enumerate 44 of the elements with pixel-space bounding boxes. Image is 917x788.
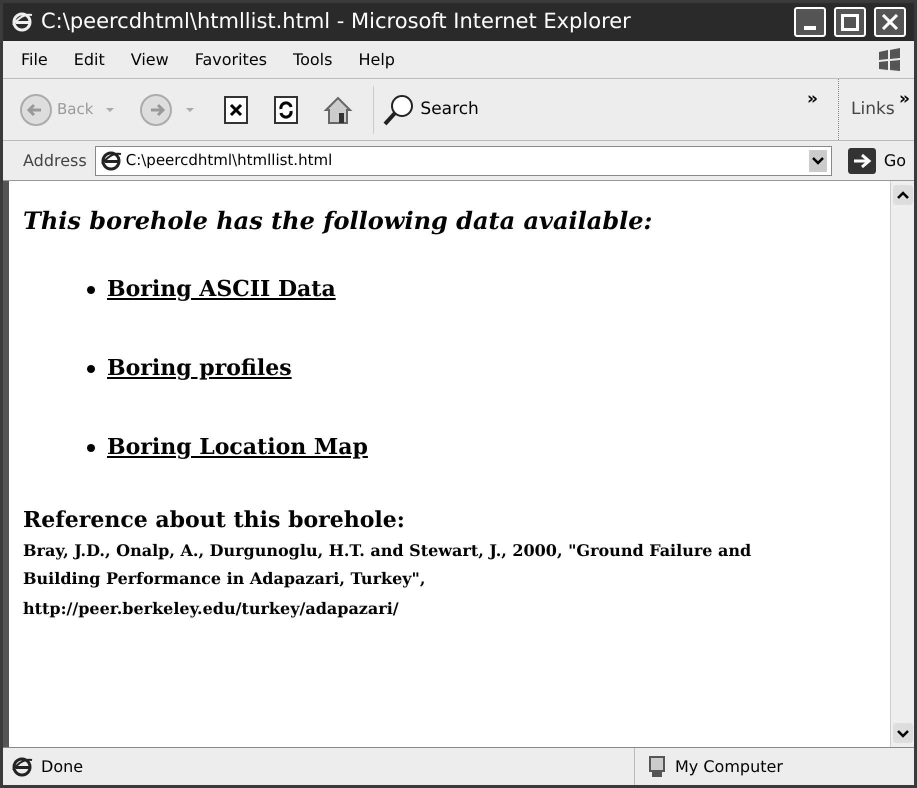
scroll-down-icon [892, 723, 912, 743]
stop-icon [223, 94, 250, 124]
link[interactable]: Boring profiles [107, 352, 292, 385]
go-button[interactable]: Go [840, 148, 914, 174]
address-field[interactable]: C:\peercdhtml\htmllist.html [94, 146, 832, 176]
dropdown-arrow-icon [185, 106, 196, 114]
refresh-icon [273, 94, 300, 124]
menu-item[interactable]: Favorites [194, 48, 268, 72]
link[interactable]: Boring ASCII Data [107, 273, 336, 306]
overflow-chevron[interactable]: » [899, 87, 910, 112]
close-button[interactable] [874, 7, 906, 37]
menu-item[interactable]: Help [358, 48, 395, 72]
reference-url: http://peer.berkeley.edu/turkey/adapazari/ [23, 598, 400, 620]
menu-item[interactable]: File [21, 48, 48, 72]
overflow-chevron[interactable]: » [807, 87, 818, 112]
search-button[interactable]: Search [373, 86, 479, 134]
security-zone: My Computer [675, 756, 783, 778]
links-button[interactable]: Links [851, 96, 895, 122]
computer-icon [647, 754, 667, 778]
scrollbar[interactable] [890, 181, 914, 747]
page-heading: This borehole has the following data available: [23, 205, 654, 237]
windows-flag-icon [876, 48, 902, 72]
scroll-up-icon [892, 185, 912, 205]
page-icon [11, 756, 33, 778]
bullet-icon [87, 286, 95, 294]
status-text: Done [41, 756, 84, 778]
address-label: Address [23, 150, 87, 172]
bullet-icon [87, 364, 95, 372]
page-icon [100, 150, 122, 172]
menu-item[interactable]: View [130, 48, 169, 72]
browser-logo-icon [11, 11, 33, 33]
close-icon [882, 14, 898, 30]
window-title: C:\peercdhtml\htmllist.html - Microsoft Internet Explorer [41, 8, 632, 36]
menu-item[interactable]: Tools [293, 48, 332, 72]
minimize-button[interactable] [794, 7, 826, 37]
reference-heading: Reference about this borehole: [23, 506, 406, 535]
minimize-icon [804, 26, 816, 30]
dropdown-arrow-icon [105, 106, 116, 114]
menu-item[interactable]: Edit [74, 48, 105, 72]
house-icon [323, 94, 354, 124]
bullet-icon [87, 444, 95, 452]
maximize-button[interactable] [834, 7, 866, 37]
link[interactable]: Boring Location Map [107, 431, 368, 464]
maximize-icon [841, 14, 859, 30]
